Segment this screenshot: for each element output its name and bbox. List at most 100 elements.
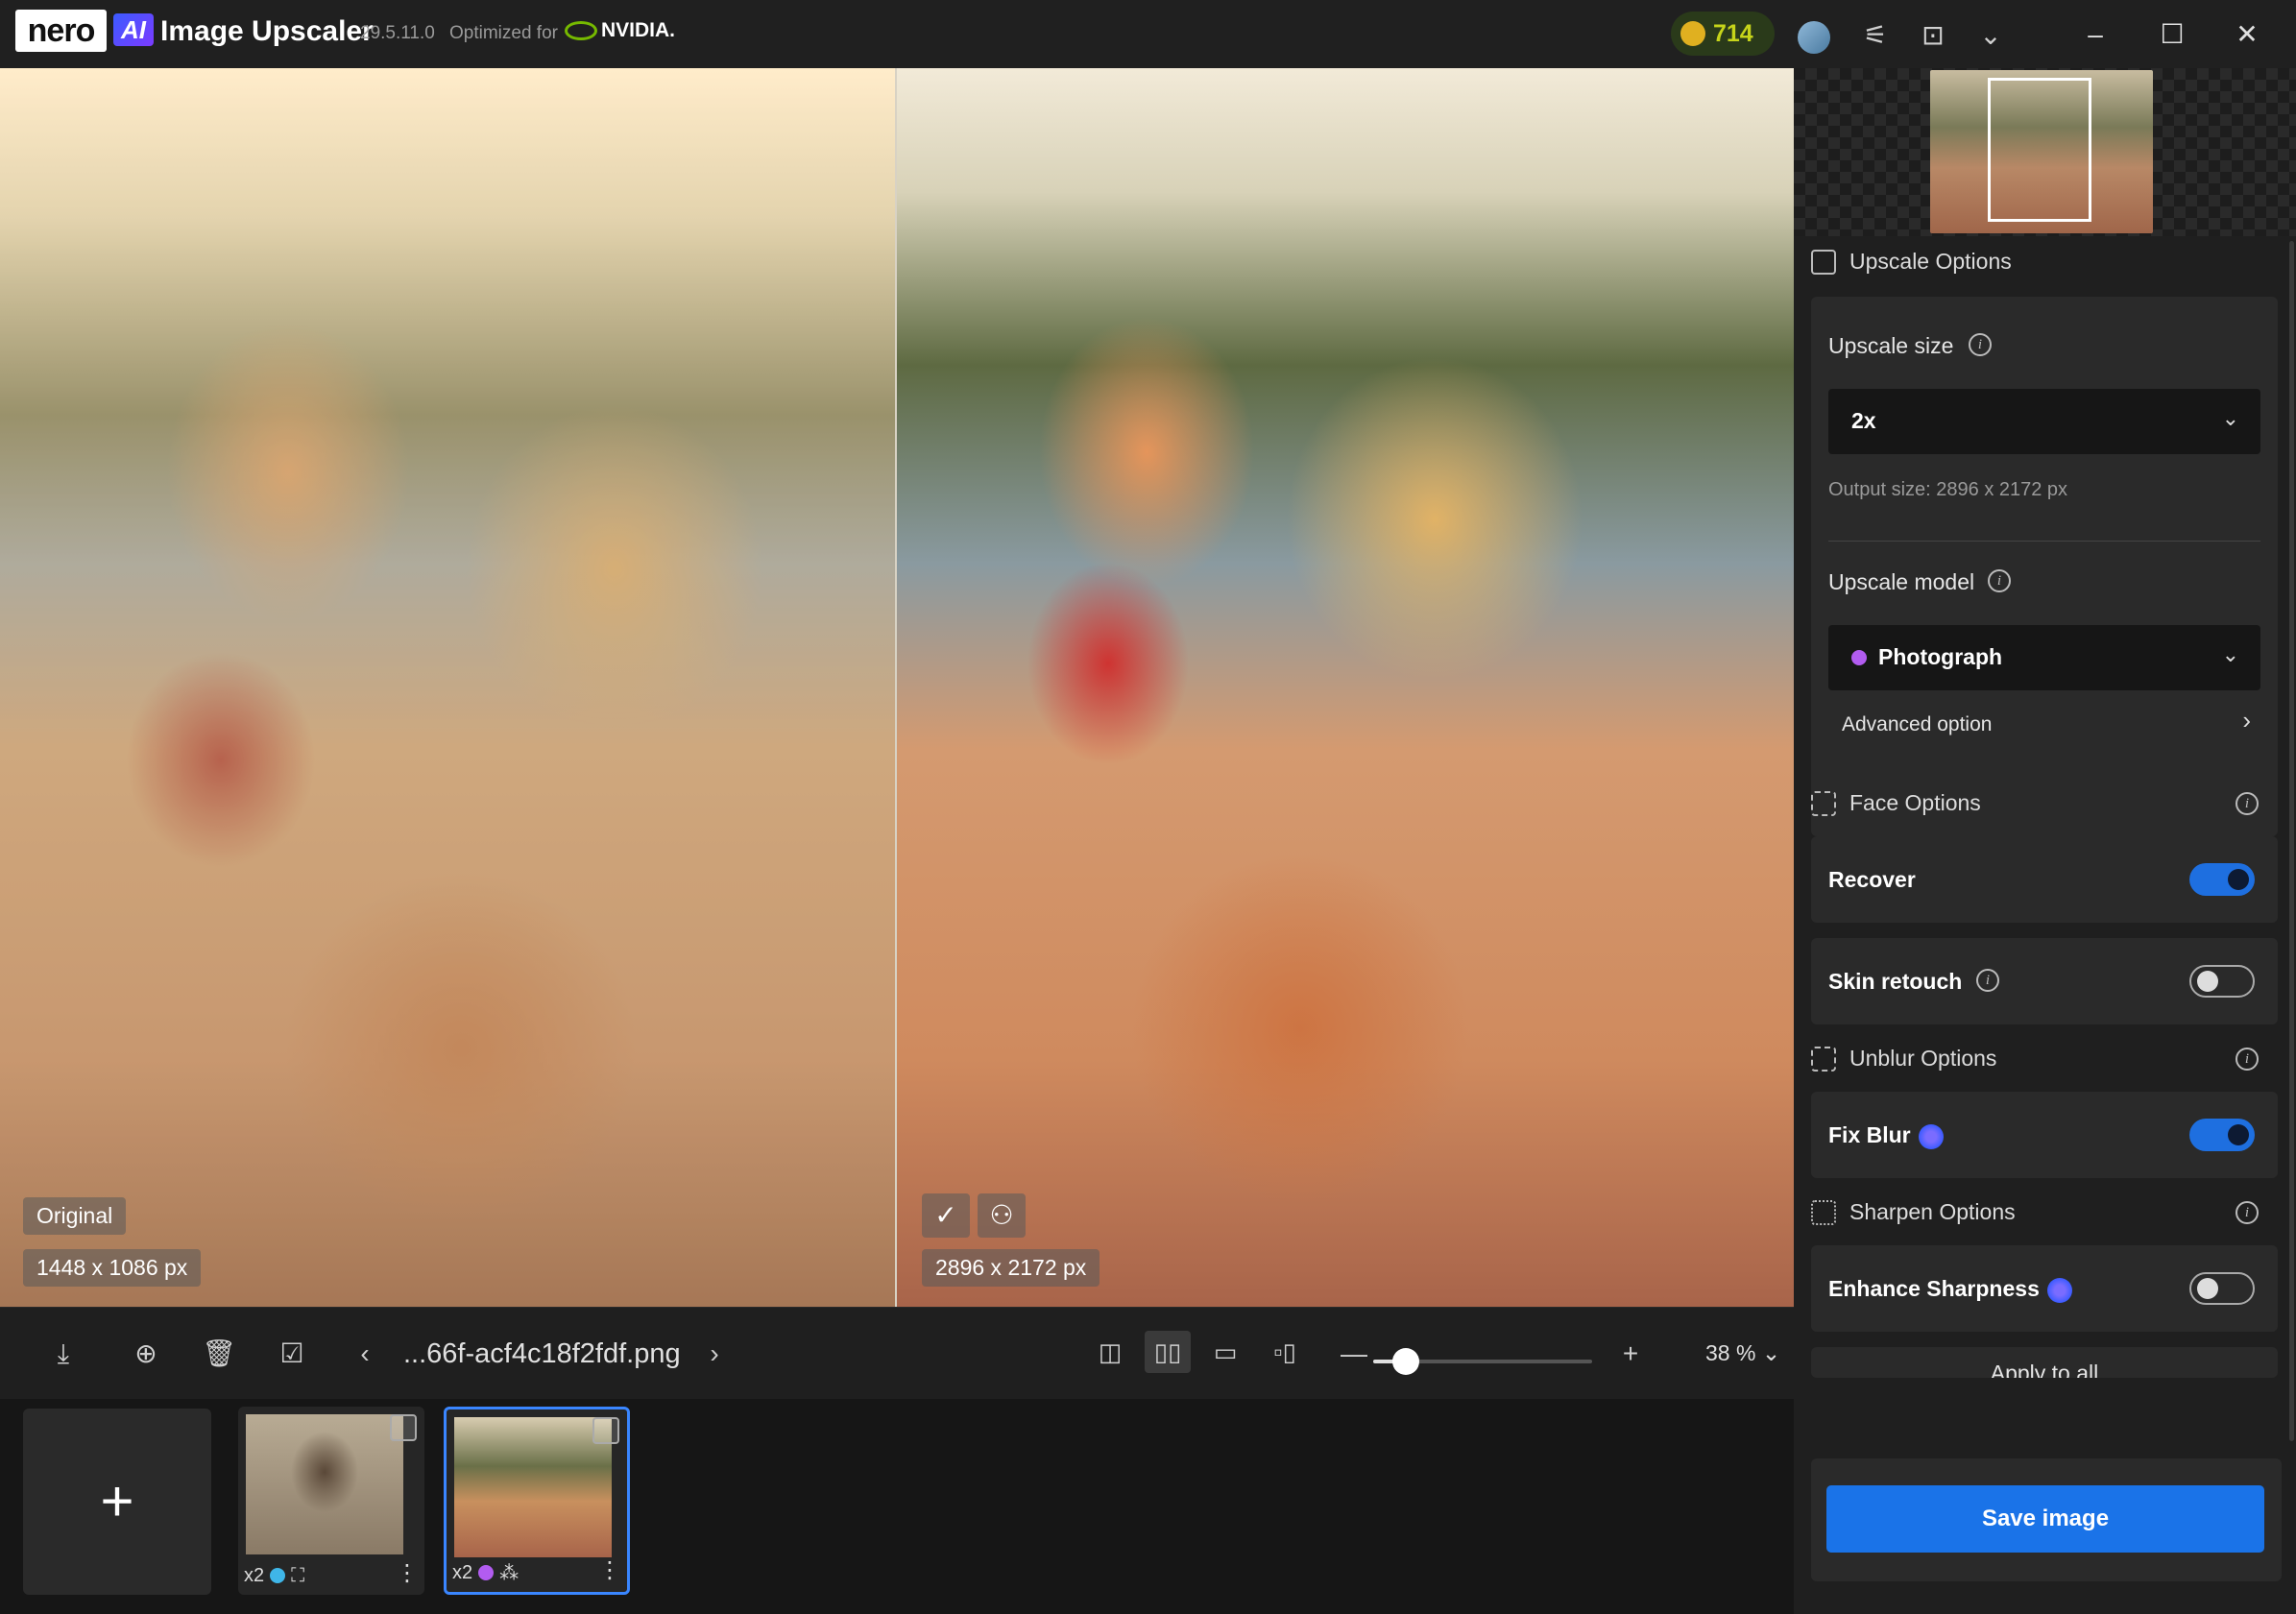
ai-badge: AI	[113, 13, 154, 46]
thumbnail-image	[454, 1417, 612, 1557]
download-icon[interactable]: ⤓	[46, 1337, 81, 1371]
select-check-icon[interactable]: ☑	[275, 1337, 309, 1371]
skin-retouch-toggle[interactable]	[2189, 965, 2255, 998]
enhance-options-icon: ⁂	[499, 1562, 520, 1584]
credits-badge[interactable]: 714	[1671, 12, 1775, 56]
zoom-out-icon[interactable]: —	[1337, 1337, 1371, 1371]
save-image-button[interactable]: Save image	[1826, 1485, 2264, 1553]
save-area: Save image	[1811, 1458, 2282, 1581]
close-icon[interactable]: ✕	[2218, 12, 2276, 58]
upscale-model-dropdown[interactable]: Photograph ⌄	[1828, 625, 2260, 690]
app-version: 29.5.11.0	[360, 23, 435, 43]
thumbnail-image	[246, 1414, 403, 1554]
thumbnail-1[interactable]: x2 ⛶ ⋮	[238, 1407, 424, 1595]
upscale-size-label: Upscale size	[1828, 333, 1954, 358]
upscale-model-label: Upscale model	[1828, 569, 1975, 594]
app-window: nero AI Image Upscaler 29.5.11.0 Optimiz…	[0, 0, 2296, 1614]
chevron-down-icon[interactable]: ⌄	[1974, 19, 2007, 52]
nero-logo: nero	[15, 10, 107, 52]
thumbnail-2[interactable]: x2 ⁂ ⋮	[444, 1407, 630, 1595]
recover-toggle[interactable]	[2189, 863, 2255, 896]
next-image-icon[interactable]: ›	[697, 1337, 732, 1371]
navigator-preview[interactable]	[1794, 68, 2296, 236]
info-icon[interactable]: i	[2236, 792, 2259, 815]
original-size-label: 1448 x 1086 px	[23, 1249, 202, 1287]
unblur-icon	[1811, 1046, 1836, 1072]
zoom-slider[interactable]	[1373, 1348, 1592, 1375]
original-image	[0, 68, 896, 1307]
fix-blur-toggle[interactable]	[2189, 1119, 2255, 1151]
chevron-down-icon: ⌄	[2221, 642, 2239, 666]
apply-to-all-button[interactable]: Apply to all	[1811, 1347, 2278, 1378]
thumbnail-checkbox[interactable]	[592, 1417, 619, 1444]
upscale-icon	[1811, 249, 1836, 275]
unblur-options-header: Unblur Options	[1811, 1046, 1996, 1072]
current-filename: ...66f-acf4c18f2fdf.png	[403, 1338, 681, 1369]
side-by-side-view-icon[interactable]: ▯▯	[1145, 1331, 1191, 1373]
nvidia-logo: NVIDIA.	[565, 19, 675, 42]
maximize-icon[interactable]: ☐	[2143, 12, 2201, 58]
upscale-options-header: Upscale Options	[1811, 249, 2012, 275]
compare-divider[interactable]	[895, 68, 897, 1307]
viewport-frame[interactable]	[1988, 78, 2091, 222]
more-options-icon[interactable]: ⋮	[396, 1559, 419, 1587]
filmstrip: + x2 ⛶ ⋮ x2 ⁂ ⋮	[0, 1399, 1794, 1614]
face-compare-icon[interactable]: ⚇	[978, 1193, 1026, 1238]
trash-icon[interactable]: 🗑	[202, 1337, 236, 1371]
app-title: Image Upscaler	[160, 15, 374, 47]
more-options-icon[interactable]: ⋮	[598, 1556, 621, 1584]
upscale-size-dropdown[interactable]: 2x ⌄	[1828, 389, 2260, 454]
fix-blur-card: Fix Blur	[1811, 1092, 2278, 1178]
enhance-sharpness-label: Enhance Sharpness	[1828, 1276, 2072, 1303]
advanced-option-link[interactable]: Advanced option	[1842, 713, 1992, 736]
toggle-knob	[2197, 971, 2218, 992]
optimized-for-label: Optimized for	[449, 23, 558, 43]
divider	[1828, 541, 2260, 542]
chevron-right-icon[interactable]: ›	[2242, 706, 2251, 735]
thumbnail-checkbox[interactable]	[390, 1414, 417, 1441]
ai-model-icon	[2046, 1277, 2072, 1303]
nvidia-eye-icon	[565, 21, 597, 40]
skin-retouch-label: Skin retouch	[1828, 969, 1963, 994]
ai-model-icon	[1918, 1123, 1944, 1149]
avatar-icon[interactable]	[1798, 21, 1830, 54]
add-circle-icon[interactable]: ⊕	[129, 1337, 163, 1371]
model-color-dot	[1851, 649, 1867, 665]
info-icon[interactable]: i	[1976, 969, 1999, 992]
split-view-icon[interactable]: ◫	[1087, 1331, 1133, 1373]
add-image-button[interactable]: +	[23, 1409, 211, 1595]
settings-sliders-icon[interactable]: ⚟	[1859, 19, 1892, 52]
info-icon[interactable]: i	[1969, 333, 1992, 356]
zoom-slider-knob[interactable]	[1392, 1348, 1420, 1375]
image-viewer[interactable]: Original 1448 x 1086 px ✓ ⚇ 2896 x 2172 …	[0, 68, 1794, 1307]
recover-label: Recover	[1828, 867, 1916, 892]
info-icon[interactable]: i	[2236, 1048, 2259, 1071]
minimize-icon[interactable]: –	[2066, 12, 2124, 58]
zoom-in-icon[interactable]: +	[1613, 1337, 1648, 1371]
small-large-view-icon[interactable]: ▫▯	[1262, 1331, 1308, 1373]
single-view-icon[interactable]: ▭	[1202, 1331, 1248, 1373]
upscaled-size-label: 2896 x 2172 px	[922, 1249, 1100, 1287]
enhance-sharpness-toggle[interactable]	[2189, 1272, 2255, 1305]
check-icon[interactable]: ✓	[922, 1193, 970, 1238]
title-bar: nero AI Image Upscaler 29.5.11.0 Optimiz…	[0, 0, 2296, 68]
options-panel: Upscale Options Upscale size i 2x ⌄ Outp…	[1794, 68, 2296, 1614]
original-label: Original	[23, 1197, 127, 1235]
panel-scrollbar[interactable]	[2289, 241, 2294, 1441]
face-options-header: Face Options	[1811, 790, 1981, 816]
prev-image-icon[interactable]: ‹	[348, 1337, 382, 1371]
zoom-level[interactable]: 38 % ⌄	[1705, 1340, 1780, 1366]
chevron-down-icon: ⌄	[2221, 406, 2239, 430]
info-icon[interactable]: i	[1988, 569, 2011, 592]
info-icon[interactable]: i	[2236, 1201, 2259, 1224]
enhance-sharpness-card: Enhance Sharpness	[1811, 1245, 2278, 1332]
credits-count: 714	[1713, 19, 1753, 47]
skin-retouch-card: Skin retouch i	[1811, 938, 2278, 1024]
output-size-text: Output size: 2896 x 2172 px	[1828, 479, 2068, 500]
sharpen-options-header: Sharpen Options	[1811, 1199, 2016, 1225]
gift-basket-icon[interactable]: ⊡	[1917, 19, 1949, 52]
upscaled-image	[897, 68, 1794, 1307]
model-color-dot	[478, 1565, 495, 1580]
toggle-knob	[2228, 869, 2249, 890]
sharpen-icon	[1811, 1199, 1836, 1225]
